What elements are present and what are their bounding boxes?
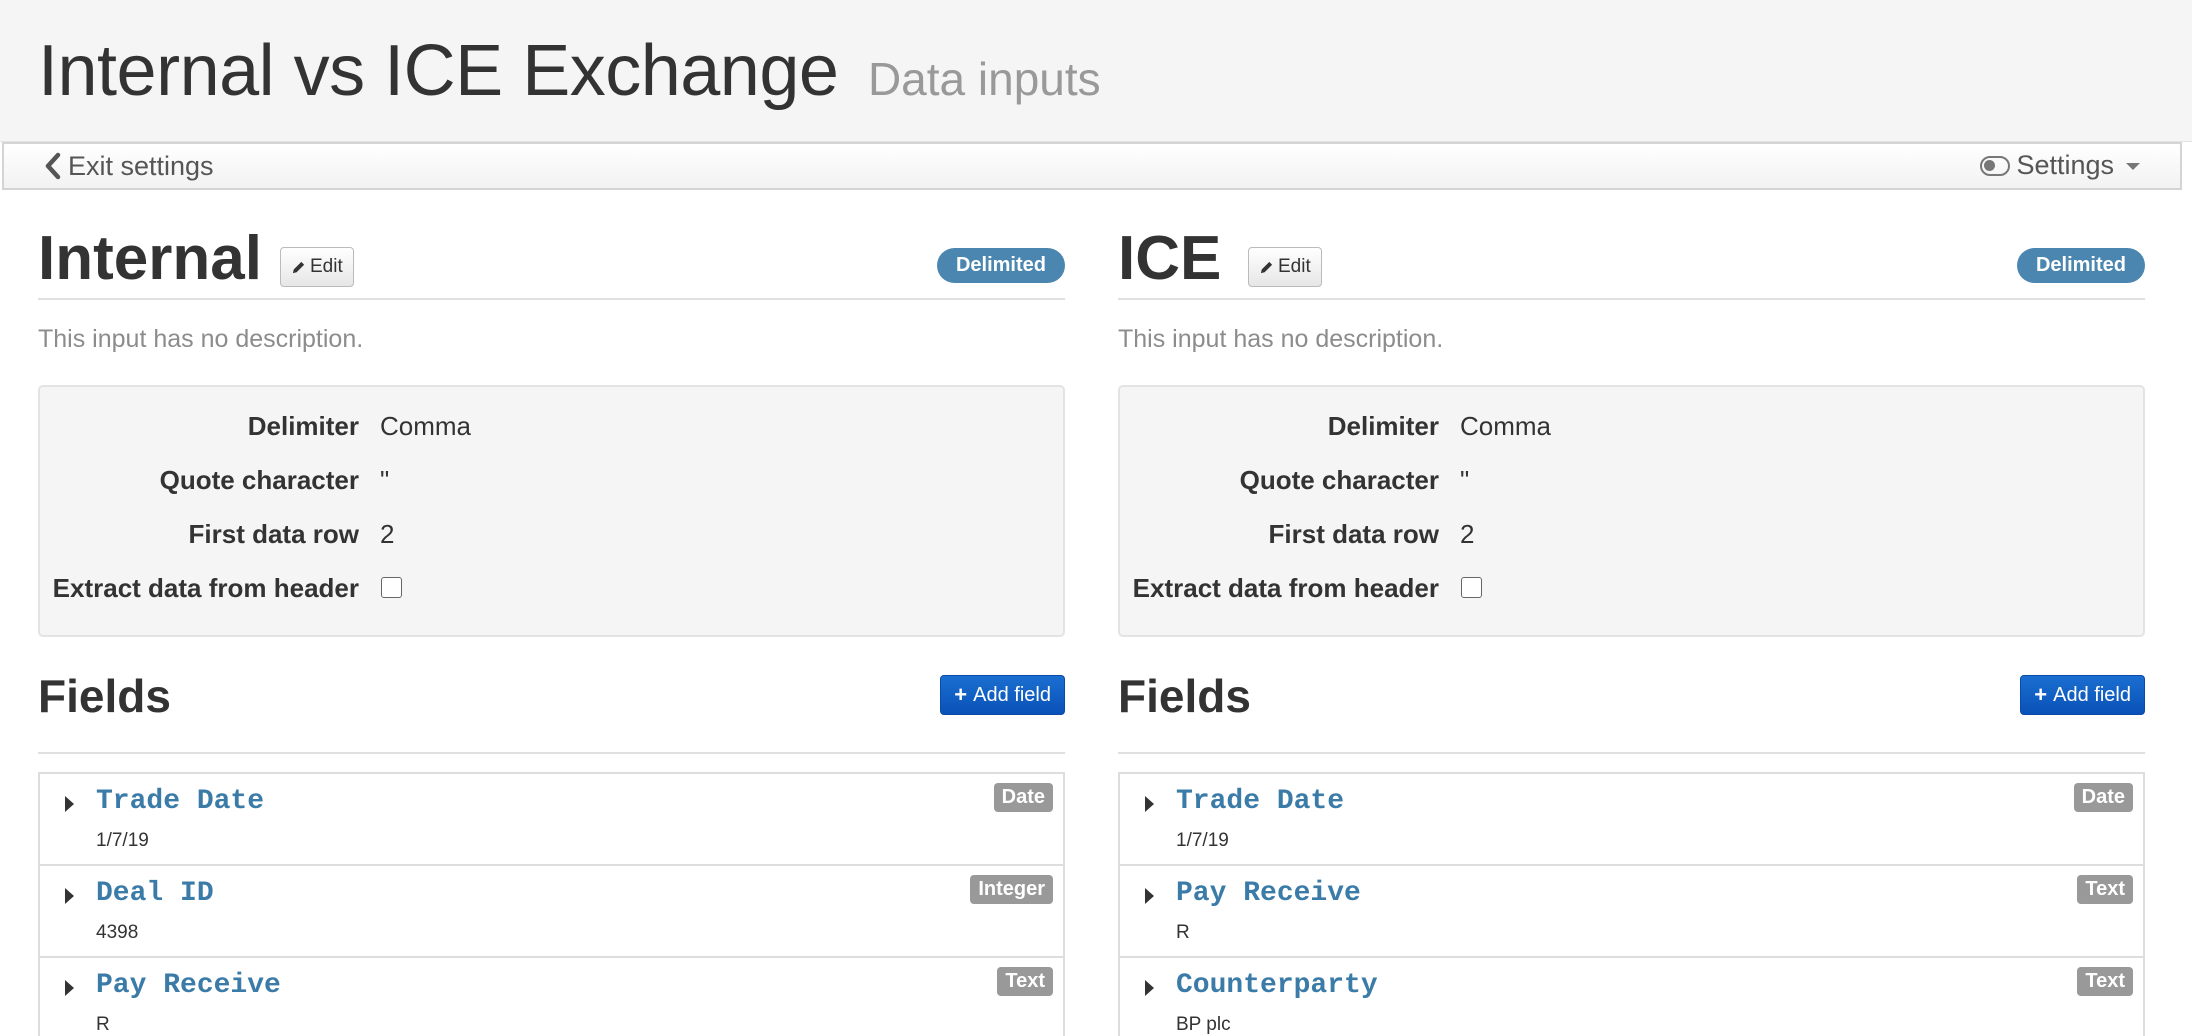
field-item[interactable]: Pay Receive R Text — [40, 958, 1063, 1036]
delimiter-value: Comma — [1460, 411, 1552, 441]
caret-right-icon[interactable] — [1145, 796, 1154, 812]
field-sample-value: R — [1176, 922, 1190, 943]
settings-toolbar: Exit settings Settings — [2, 142, 2182, 190]
field-sample-value: 4398 — [96, 922, 139, 943]
field-item[interactable]: Pay Receive R Text — [1120, 866, 2143, 958]
field-type-label: Text — [2077, 967, 2133, 996]
fields-title: Fields — [38, 670, 171, 722]
quote-character-label: Quote character — [1239, 465, 1439, 495]
add-field-button[interactable]: + Add field — [940, 675, 1065, 715]
edit-input-button[interactable]: Edit — [1248, 247, 1322, 287]
quote-character-value: " — [380, 465, 390, 495]
field-item[interactable]: Trade Date 1/7/19 Date — [40, 774, 1063, 866]
exit-settings-link[interactable]: Exit settings — [42, 150, 214, 182]
pencil-icon — [292, 261, 305, 273]
fields-header: Fields + Add field — [1118, 670, 2145, 754]
field-item[interactable]: Counterparty BP plc Text — [1120, 958, 2143, 1036]
field-item[interactable]: Trade Date 1/7/19 Date — [1120, 774, 2143, 866]
quote-character-label: Quote character — [159, 465, 359, 495]
plus-icon: + — [954, 682, 968, 707]
field-name[interactable]: Pay Receive — [96, 970, 281, 1001]
chevron-left-icon — [45, 152, 61, 180]
field-type-label: Integer — [970, 875, 1053, 904]
extract-header-checkbox[interactable] — [381, 577, 402, 598]
extract-header-row: Extract data from header — [1120, 573, 2143, 613]
first-data-row-value: 2 — [380, 519, 395, 549]
first-data-row-label: First data row — [1268, 519, 1439, 549]
caret-right-icon[interactable] — [65, 796, 74, 812]
first-data-row-value: 2 — [1460, 519, 1475, 549]
first-data-row-row: First data row 2 — [1120, 519, 2143, 559]
first-data-row-label: First data row — [188, 519, 359, 549]
input-header: ICE Edit Delimited — [1118, 190, 2145, 300]
fields-title: Fields — [1118, 670, 1251, 722]
extract-header-checkbox[interactable] — [1461, 577, 1482, 598]
edit-label: Edit — [1278, 256, 1311, 277]
caret-right-icon[interactable] — [1145, 888, 1154, 904]
fields-header: Fields + Add field — [38, 670, 1065, 754]
field-type-label: Text — [997, 967, 1053, 996]
field-type-label: Date — [2073, 783, 2133, 812]
exit-settings-label: Exit settings — [68, 150, 214, 181]
quote-character-value: " — [1460, 465, 1470, 495]
input-header: Internal Edit Delimited — [38, 190, 1065, 300]
field-name[interactable]: Pay Receive — [1176, 878, 1361, 909]
first-data-row-row: First data row 2 — [40, 519, 1063, 559]
field-sample-value: 1/7/19 — [1176, 830, 1229, 851]
toggle-icon — [1980, 155, 2011, 176]
input-description: This input has no description. — [1118, 325, 1444, 353]
page-title-text: Internal vs ICE Exchange — [38, 31, 839, 111]
format-badge: Delimited — [936, 248, 1065, 283]
field-name[interactable]: Trade Date — [96, 786, 264, 817]
field-sample-value: BP plc — [1176, 1014, 1231, 1035]
delimiter-row: Delimiter Comma — [1120, 411, 2143, 451]
field-name[interactable]: Trade Date — [1176, 786, 1344, 817]
delimiter-label: Delimiter — [1327, 411, 1439, 441]
format-badge: Delimited — [2016, 248, 2145, 283]
field-type-label: Text — [2077, 875, 2133, 904]
field-list: Trade Date 1/7/19 Date Deal ID 4398 Inte… — [38, 772, 1065, 1036]
add-field-label: Add field — [973, 683, 1051, 706]
input-title: Internal — [38, 224, 262, 293]
field-item[interactable]: Deal ID 4398 Integer — [40, 866, 1063, 958]
page-header: Internal vs ICE Exchange Data inputs — [0, 0, 2192, 142]
field-name[interactable]: Deal ID — [96, 878, 214, 909]
field-type-label: Date — [993, 783, 1053, 812]
edit-label: Edit — [310, 256, 343, 277]
pencil-icon — [1260, 261, 1273, 273]
delimiter-value: Comma — [380, 411, 472, 441]
input-panel-internal: Internal Edit Delimited This input has n… — [38, 190, 1065, 1036]
settings-dropdown[interactable]: Settings — [1980, 150, 2140, 181]
input-settings-well: Delimiter Comma Quote character " First … — [38, 385, 1065, 637]
caret-right-icon[interactable] — [1145, 980, 1154, 996]
edit-input-button[interactable]: Edit — [280, 247, 354, 287]
quote-character-row: Quote character " — [40, 465, 1063, 505]
plus-icon: + — [2034, 682, 2048, 707]
delimiter-row: Delimiter Comma — [40, 411, 1063, 451]
quote-character-row: Quote character " — [1120, 465, 2143, 505]
delimiter-label: Delimiter — [247, 411, 359, 441]
page-title: Internal vs ICE Exchange Data inputs — [38, 30, 1101, 112]
extract-header-label: Extract data from header — [52, 573, 359, 603]
input-title: ICE — [1118, 224, 1222, 293]
input-description: This input has no description. — [38, 325, 364, 353]
add-field-label: Add field — [2053, 683, 2131, 706]
page-subtitle: Data inputs — [867, 53, 1101, 105]
settings-label: Settings — [2016, 150, 2114, 180]
field-list: Trade Date 1/7/19 Date Pay Receive R Tex… — [1118, 772, 2145, 1036]
caret-right-icon[interactable] — [65, 980, 74, 996]
add-field-button[interactable]: + Add field — [2020, 675, 2145, 715]
caret-down-icon — [2126, 163, 2140, 170]
field-name[interactable]: Counterparty — [1176, 970, 1378, 1001]
extract-header-row: Extract data from header — [40, 573, 1063, 613]
input-settings-well: Delimiter Comma Quote character " First … — [1118, 385, 2145, 637]
input-panel-ice: ICE Edit Delimited This input has no des… — [1118, 190, 2145, 1036]
field-sample-value: 1/7/19 — [96, 830, 149, 851]
field-sample-value: R — [96, 1014, 110, 1035]
caret-right-icon[interactable] — [65, 888, 74, 904]
extract-header-label: Extract data from header — [1132, 573, 1439, 603]
